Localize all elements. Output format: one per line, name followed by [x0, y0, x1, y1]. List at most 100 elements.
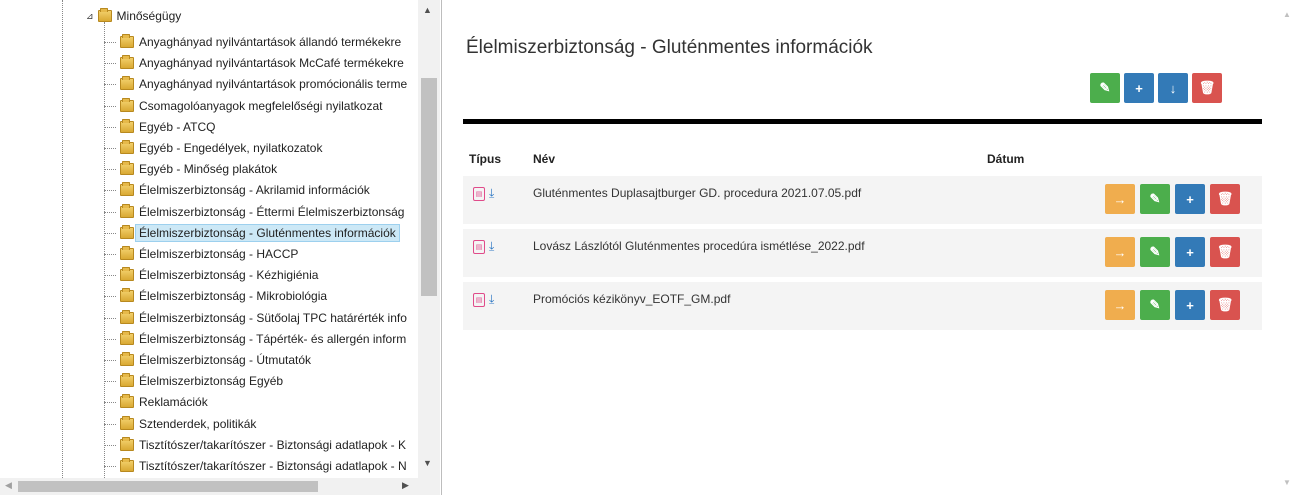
folder-icon: [120, 118, 134, 133]
delete-button[interactable]: 🗑: [1210, 290, 1240, 320]
tree-horizontal-scrollbar[interactable]: ◀ ▶: [0, 478, 418, 495]
edit-button[interactable]: ✎: [1140, 290, 1170, 320]
tree-node[interactable]: Anyaghányad nyilvántartások McCafé termé…: [104, 53, 404, 73]
tree-node[interactable]: Élelmiszerbiztonság - HACCP: [104, 244, 298, 264]
tree-node[interactable]: Egyéb - Minőség plakátok: [104, 159, 277, 179]
tree-node[interactable]: Élelmiszerbiztonság - Akrilamid informác…: [104, 180, 370, 200]
pencil-icon: ✎: [1149, 297, 1161, 312]
file-row: ▤ ⤓ Gluténmentes Duplasajtburger GD. proce…: [463, 176, 1262, 224]
download-icon[interactable]: ⤓: [489, 239, 494, 254]
pdf-file-icon[interactable]: ▤: [473, 292, 485, 307]
folder-icon: [120, 373, 134, 388]
tree-node[interactable]: Élelmiszerbiztonság - Gluténmentes infor…: [104, 223, 400, 243]
tree-node-label: Élelmiszerbiztonság - Mikrobiológia: [139, 289, 328, 304]
scroll-down-arrow-icon[interactable]: ▼: [1283, 478, 1291, 487]
tree-node-label: Tisztítószer/takarítószer - Biztonsági a…: [139, 437, 406, 452]
folder-icon: [120, 97, 134, 112]
delete-folder-button[interactable]: 🗑: [1192, 73, 1222, 103]
tree-node-minosegugy[interactable]: ⊿ Minőségügy: [86, 6, 181, 26]
content-vertical-scrollbar[interactable]: ▲ ▼: [1281, 0, 1295, 495]
tree-vertical-scrollbar[interactable]: ▲ ▼: [418, 0, 440, 478]
tree-node[interactable]: Élelmiszerbiztonság - Útmutatók: [104, 350, 311, 370]
tree-node[interactable]: Anyaghányad nyilvántartások állandó term…: [104, 32, 401, 52]
add-button[interactable]: +: [1124, 73, 1154, 103]
edit-folder-button[interactable]: ✎: [1090, 73, 1120, 103]
move-button[interactable]: →: [1105, 290, 1135, 320]
tree-connector: [104, 126, 116, 128]
tree-node[interactable]: Egyéb - ATCQ: [104, 117, 215, 137]
tree-node[interactable]: Élelmiszerbiztonság Egyéb: [104, 371, 283, 391]
folder-icon: [120, 267, 134, 282]
add-button[interactable]: +: [1175, 290, 1205, 320]
tree-node[interactable]: Egyéb - Engedélyek, nyilatkozatok: [104, 138, 322, 158]
trash-icon: 🗑: [1216, 191, 1234, 206]
tree-node[interactable]: Tisztítószer/takarítószer - Biztonsági a…: [104, 435, 406, 455]
tree-connector: [104, 190, 116, 192]
add-button[interactable]: +: [1175, 237, 1205, 267]
file-name[interactable]: Gluténmentes Duplasajtburger GD. procedu…: [533, 186, 861, 200]
tree-node-label: Anyaghányad nyilvántartások promócionáli…: [139, 77, 408, 92]
tree-node-label: Csomagolóanyagok megfelelőségi nyilatkoz…: [139, 98, 383, 113]
scrollbar-thumb[interactable]: [18, 481, 318, 492]
tree-node[interactable]: Élelmiszerbiztonság - Éttermi Élelmiszer…: [104, 202, 404, 222]
file-name[interactable]: Promóciós kézikönyv_EOTF_GM.pdf: [533, 292, 730, 306]
scroll-right-arrow-icon[interactable]: ▶: [402, 480, 409, 491]
folder-icon: [120, 76, 134, 91]
edit-button[interactable]: ✎: [1140, 184, 1170, 214]
tree-connector: [104, 211, 116, 213]
file-name[interactable]: Lovász Lászlótól Gluténmentes procedúra …: [533, 239, 865, 253]
file-row: ▤ ⤓ Lovász Lászlótól Gluténmentes procedúr…: [463, 229, 1262, 277]
tree-connector: [104, 444, 116, 446]
tree-node[interactable]: Tisztítószer/takarítószer - Biztonsági a…: [104, 456, 407, 476]
tree-node[interactable]: Anyaghányad nyilvántartások promócionáli…: [104, 74, 407, 94]
delete-button[interactable]: 🗑: [1210, 184, 1240, 214]
trash-icon: 🗑: [1198, 80, 1216, 95]
column-header-type: Típus: [469, 152, 501, 166]
tree-connector: [104, 296, 116, 298]
tree-node-label: Élelmiszerbiztonság - Éttermi Élelmiszer…: [139, 204, 405, 219]
collapse-icon[interactable]: ⊿: [86, 11, 94, 22]
download-icon[interactable]: ⤓: [489, 292, 494, 307]
tree-node[interactable]: Élelmiszerbiztonság - Kézhigiénia: [104, 265, 318, 285]
column-header-date: Dátum: [987, 152, 1025, 166]
tree-node-label: Egyéb - Engedélyek, nyilatkozatok: [139, 141, 323, 155]
pencil-icon: ✎: [1149, 191, 1161, 206]
tree-connector: [104, 317, 116, 319]
tree-node-label: Élelmiszerbiztonság - Tápérték- és aller…: [139, 331, 407, 346]
scroll-left-arrow-icon[interactable]: ◀: [5, 480, 12, 491]
tree-connector: [104, 466, 116, 467]
file-table-header: Típus Név Dátum: [463, 148, 1262, 172]
download-icon[interactable]: ⤓: [489, 186, 494, 201]
folder-content-panel: Élelmiszerbiztonság - Gluténmentes infor…: [442, 0, 1295, 495]
tree-node[interactable]: Élelmiszerbiztonság - Sütőolaj TPC határ…: [104, 308, 407, 328]
tree-node[interactable]: Élelmiszerbiztonság - Mikrobiológia: [104, 286, 327, 306]
folder-icon: [120, 458, 134, 472]
tree-node[interactable]: Élelmiszerbiztonság - Tápérték- és aller…: [104, 329, 406, 349]
tree-connector: [104, 148, 116, 149]
folder-icon: [120, 415, 134, 430]
edit-button[interactable]: ✎: [1140, 237, 1170, 267]
scroll-up-arrow-icon[interactable]: ▲: [423, 5, 432, 15]
scrollbar-thumb[interactable]: [421, 78, 437, 296]
add-button[interactable]: +: [1175, 184, 1205, 214]
download-button[interactable]: ↓: [1158, 73, 1188, 103]
scroll-down-arrow-icon[interactable]: ▼: [423, 458, 432, 468]
folder-icon: [120, 34, 134, 48]
pdf-file-icon[interactable]: ▤: [473, 239, 485, 254]
tree-node[interactable]: Csomagolóanyagok megfelelőségi nyilatkoz…: [104, 96, 382, 116]
scroll-up-arrow-icon[interactable]: ▲: [1283, 10, 1291, 19]
folder-icon: [120, 436, 134, 451]
tree-node[interactable]: Sztenderdek, politikák: [104, 414, 256, 434]
move-button[interactable]: →: [1105, 184, 1135, 214]
tree-node[interactable]: Reklamációk: [104, 392, 208, 412]
column-header-name: Név: [533, 152, 556, 166]
tree-connector: [104, 338, 116, 340]
tree-node-label: Minőségügy: [116, 9, 182, 23]
folder-icon: [120, 203, 134, 218]
move-button[interactable]: →: [1105, 237, 1135, 267]
folder-tree: ⊿ Minőségügy Anyaghányad nyilvántartások…: [0, 0, 418, 478]
pdf-file-icon[interactable]: ▤: [473, 186, 485, 201]
delete-button[interactable]: 🗑: [1210, 237, 1240, 267]
plus-icon: +: [1186, 191, 1194, 207]
tree-connector: [104, 381, 116, 383]
